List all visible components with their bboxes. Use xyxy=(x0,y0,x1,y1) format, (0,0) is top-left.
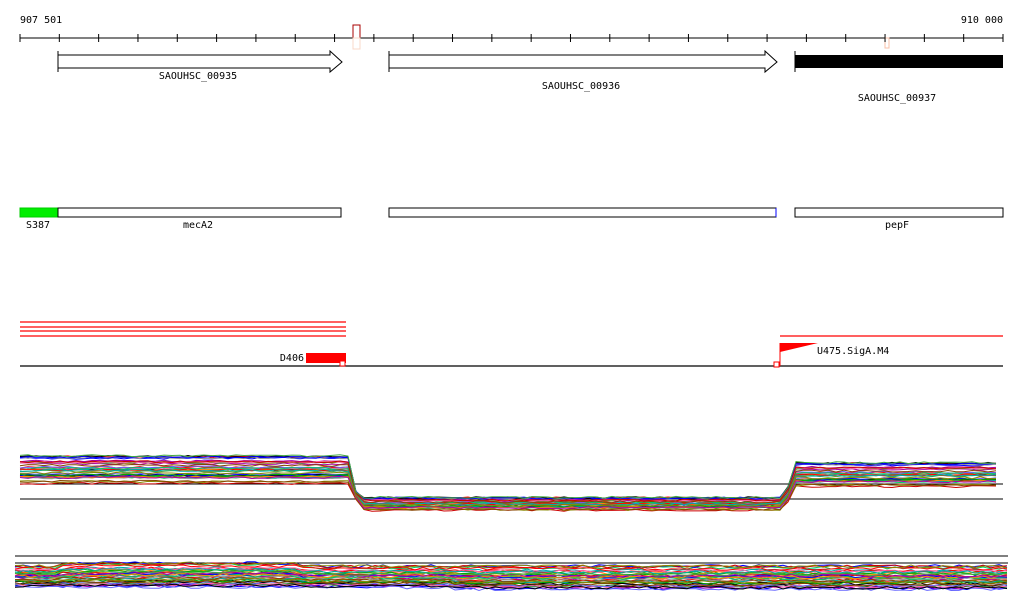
feature-label: S387 xyxy=(26,220,50,231)
feature-label: mecA2 xyxy=(183,220,213,231)
expression-profile-upper xyxy=(19,454,1003,512)
ruler-end-label: 910 000 xyxy=(961,15,1003,26)
signal-U475[interactable] xyxy=(780,343,818,352)
position-marker[interactable] xyxy=(352,24,361,39)
gene-label: SAOUHSC_00937 xyxy=(858,93,936,104)
gene-label: SAOUHSC_00935 xyxy=(159,71,237,82)
coordinate-ruler: 907 501 910 000 xyxy=(19,15,1004,50)
feature-mecA2[interactable] xyxy=(57,207,342,218)
signal-label: U475.SigA.M4 xyxy=(817,346,889,357)
expression-profile-lower xyxy=(14,555,1008,592)
signal-label: D406 xyxy=(280,353,304,364)
gene-SAOUHSC_00937[interactable]: SAOUHSC_00937 xyxy=(794,51,1003,104)
feature-label: pepF xyxy=(885,220,909,231)
signal-track: D406 U475.SigA.M4 xyxy=(20,321,1003,368)
gene-SAOUHSC_00935[interactable]: SAOUHSC_00935 xyxy=(57,49,343,82)
feature-track: S387 mecA2 pepF xyxy=(19,207,1004,231)
ruler-start-label: 907 501 xyxy=(20,15,62,26)
feature-S387[interactable] xyxy=(19,207,59,218)
feature-pepF[interactable] xyxy=(794,207,1004,218)
position-marker-small[interactable] xyxy=(884,37,890,49)
genome-browser-view: 907 501 910 000 SAOUHSC_00935 SAOUHSC_00… xyxy=(14,15,1008,592)
feature-unnamed[interactable] xyxy=(388,207,777,218)
gene-label: SAOUHSC_00936 xyxy=(542,81,620,92)
gene-SAOUHSC_00936[interactable]: SAOUHSC_00936 xyxy=(388,49,778,92)
